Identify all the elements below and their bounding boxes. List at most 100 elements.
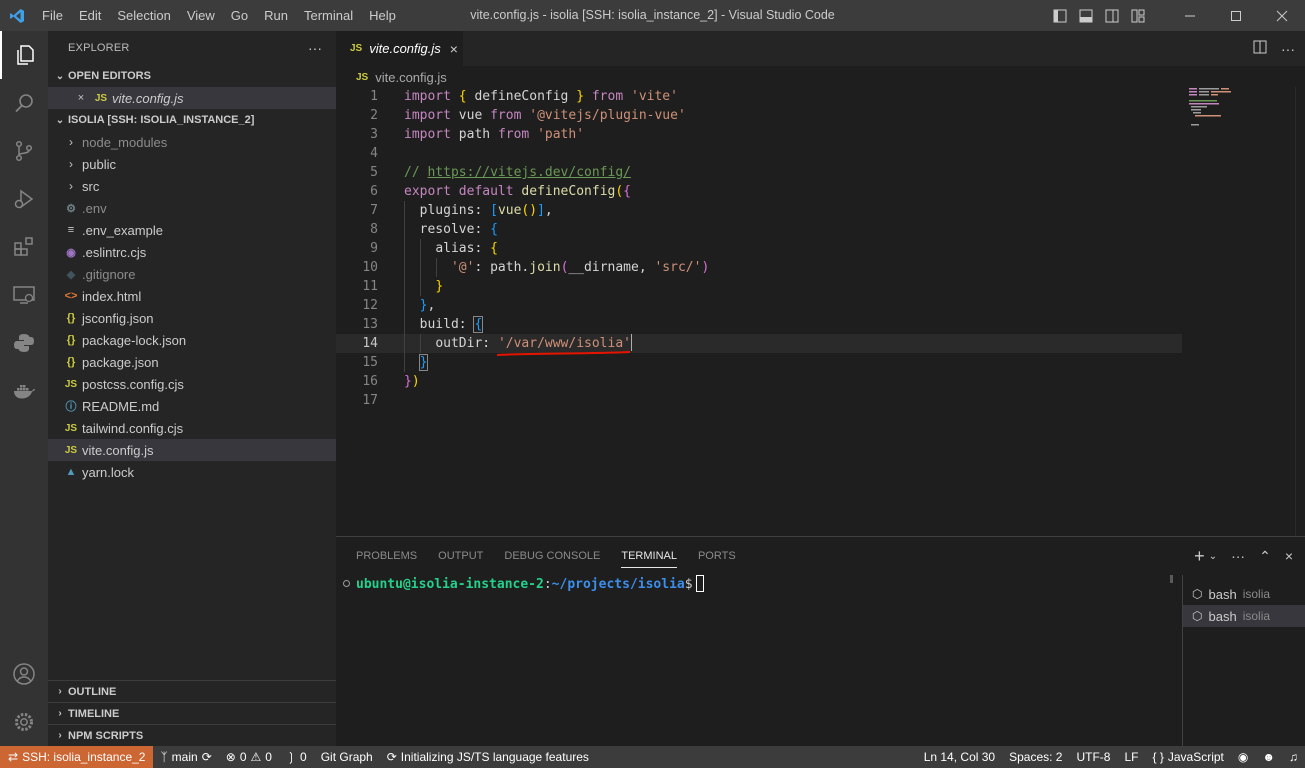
feedback-icon[interactable]: ☻ bbox=[1255, 750, 1282, 764]
close-icon[interactable]: × bbox=[450, 41, 458, 57]
tab-problems[interactable]: PROBLEMS bbox=[356, 537, 417, 575]
maximize-panel-icon[interactable]: ⌃ bbox=[1259, 548, 1271, 565]
toggle-primary-sidebar-icon[interactable] bbox=[1047, 0, 1073, 31]
outline-header[interactable]: › OUTLINE bbox=[48, 680, 336, 702]
remote-indicator[interactable]: ⇄ SSH: isolia_instance_2 bbox=[0, 746, 154, 768]
open-editors-header[interactable]: ⌄ OPEN EDITORS bbox=[48, 65, 336, 87]
tree-item-jsconfig[interactable]: {} jsconfig.json bbox=[48, 307, 336, 329]
terminal[interactable]: ubuntu@isolia-instance-2:~/projects/isol… bbox=[336, 575, 1182, 747]
problems-indicator[interactable]: ⊗ 0 ⚠ 0 bbox=[219, 750, 279, 764]
language-mode[interactable]: { } JavaScript bbox=[1145, 750, 1230, 764]
line-text: outDir: '/var/www/isolia' bbox=[378, 334, 632, 356]
encoding[interactable]: UTF-8 bbox=[1069, 750, 1117, 764]
close-panel-icon[interactable]: × bbox=[1285, 548, 1293, 564]
breadcrumb-file[interactable]: vite.config.js bbox=[375, 70, 447, 85]
menu-help[interactable]: Help bbox=[361, 0, 404, 31]
language-status[interactable]: ⟳ Initializing JS/TS language features bbox=[380, 750, 596, 764]
menu-go[interactable]: Go bbox=[223, 0, 256, 31]
more-actions-icon[interactable]: ··· bbox=[1281, 41, 1295, 57]
end-of-line[interactable]: LF bbox=[1117, 750, 1145, 764]
workspace-header[interactable]: ⌄ ISOLIA [SSH: ISOLIA_INSTANCE_2] bbox=[48, 109, 336, 131]
remote-explorer-icon[interactable] bbox=[0, 271, 48, 319]
branch-indicator[interactable]: ᛉ main ⟳ bbox=[153, 750, 218, 764]
indent-guide bbox=[404, 353, 405, 372]
config-link[interactable]: https://vitejs.dev/config/ bbox=[427, 165, 631, 180]
tree-item-yarn-lock[interactable]: ▲ yarn.lock bbox=[48, 461, 336, 483]
tree-item-env[interactable]: ⚙ .env bbox=[48, 197, 336, 219]
settings-gear-icon[interactable] bbox=[0, 698, 48, 746]
terminal-scrollbar[interactable] bbox=[1170, 575, 1173, 583]
tree-item-public[interactable]: › public bbox=[48, 153, 336, 175]
tree-item-package-lock[interactable]: {} package-lock.json bbox=[48, 329, 336, 351]
section-title: ISOLIA [SSH: ISOLIA_INSTANCE_2] bbox=[68, 114, 255, 126]
tree-item-index-html[interactable]: <> index.html bbox=[48, 285, 336, 307]
npm-scripts-header[interactable]: › NPM SCRIPTS bbox=[48, 724, 336, 746]
customize-layout-icon[interactable] bbox=[1125, 0, 1151, 31]
tab-debug-console[interactable]: DEBUG CONSOLE bbox=[504, 537, 600, 575]
close-icon[interactable]: × bbox=[72, 92, 90, 104]
explorer-icon[interactable] bbox=[0, 31, 48, 79]
tree-item-gitignore[interactable]: ◆ .gitignore bbox=[48, 263, 336, 285]
tab-ports[interactable]: PORTS bbox=[698, 537, 736, 575]
menu-file[interactable]: File bbox=[34, 0, 71, 31]
more-actions-icon[interactable]: ··· bbox=[1231, 548, 1245, 564]
editor-scrollbar[interactable] bbox=[1295, 87, 1305, 536]
tree-item-eslintrc[interactable]: ◉ .eslintrc.cjs bbox=[48, 241, 336, 263]
file-label: vite.config.js bbox=[82, 442, 154, 458]
chevron-down-icon: ⌄ bbox=[55, 70, 65, 82]
timeline-header[interactable]: › TIMELINE bbox=[48, 702, 336, 724]
sync-icon[interactable]: ⟳ bbox=[202, 750, 212, 764]
tree-item-readme[interactable]: ⓘ README.md bbox=[48, 395, 336, 417]
code-editor[interactable]: 1 import { defineConfig } from 'vite' 2 … bbox=[336, 87, 1182, 410]
more-actions-icon[interactable]: ··· bbox=[308, 40, 322, 56]
tree-item-node-modules[interactable]: › node_modules bbox=[48, 131, 336, 153]
split-editor-icon[interactable] bbox=[1253, 40, 1267, 57]
maximize-icon[interactable] bbox=[1213, 0, 1259, 31]
chevron-down-icon[interactable]: ⌄ bbox=[1209, 551, 1217, 562]
language-label: JavaScript bbox=[1167, 750, 1224, 764]
tree-item-tailwind-config[interactable]: JS tailwind.config.cjs bbox=[48, 417, 336, 439]
tree-item-vite-config[interactable]: JS vite.config.js bbox=[48, 439, 336, 461]
terminal-icon: ⬡ bbox=[1192, 609, 1203, 623]
menu-selection[interactable]: Selection bbox=[109, 0, 178, 31]
breadcrumb[interactable]: JS vite.config.js bbox=[336, 66, 1305, 88]
close-window-icon[interactable] bbox=[1259, 0, 1305, 31]
menu-run[interactable]: Run bbox=[256, 0, 296, 31]
source-control-icon[interactable] bbox=[0, 127, 48, 175]
tree-item-package-json[interactable]: {} package.json bbox=[48, 351, 336, 373]
branch-name: main bbox=[171, 750, 198, 764]
copilot-icon[interactable]: ◉ bbox=[1231, 750, 1255, 764]
warning-count: 0 bbox=[265, 750, 272, 764]
tab-terminal[interactable]: TERMINAL bbox=[621, 537, 677, 575]
terminal-tab-bash-1[interactable]: ⬡ bash isolia bbox=[1183, 583, 1305, 605]
cursor-position[interactable]: Ln 14, Col 30 bbox=[917, 750, 1002, 764]
python-icon[interactable] bbox=[0, 319, 48, 367]
tree-item-postcss-config[interactable]: JS postcss.config.cjs bbox=[48, 373, 336, 395]
terminal-tab-bash-2[interactable]: ⬡ bash isolia bbox=[1183, 605, 1305, 627]
ports-indicator[interactable]: ❳ 0 bbox=[279, 750, 314, 764]
extensions-icon[interactable] bbox=[0, 223, 48, 271]
indentation[interactable]: Spaces: 2 bbox=[1002, 750, 1069, 764]
tree-item-src[interactable]: › src bbox=[48, 175, 336, 197]
account-icon[interactable] bbox=[0, 650, 48, 698]
menu-edit[interactable]: Edit bbox=[71, 0, 109, 31]
run-debug-icon[interactable] bbox=[0, 175, 48, 223]
docker-icon[interactable] bbox=[0, 367, 48, 415]
section-title: OPEN EDITORS bbox=[68, 70, 151, 82]
error-icon: ⊗ bbox=[225, 750, 236, 764]
new-terminal-icon[interactable]: + bbox=[1194, 546, 1205, 567]
minimize-icon[interactable] bbox=[1167, 0, 1213, 31]
menu-terminal[interactable]: Terminal bbox=[296, 0, 361, 31]
search-icon[interactable] bbox=[0, 79, 48, 127]
tab-output[interactable]: OUTPUT bbox=[438, 537, 483, 575]
tab-vite-config[interactable]: JS vite.config.js × bbox=[336, 31, 463, 66]
toggle-panel-icon[interactable] bbox=[1073, 0, 1099, 31]
open-editor-item[interactable]: × JS vite.config.js bbox=[48, 87, 336, 109]
tree-item-env-example[interactable]: ≡ .env_example bbox=[48, 219, 336, 241]
menu-view[interactable]: View bbox=[179, 0, 223, 31]
toggle-secondary-sidebar-icon[interactable] bbox=[1099, 0, 1125, 31]
notifications-bell-icon[interactable]: ♫ bbox=[1282, 750, 1305, 764]
javascript-file-icon: JS bbox=[350, 43, 363, 54]
minimap[interactable] bbox=[1183, 87, 1305, 536]
git-graph-button[interactable]: Git Graph bbox=[314, 750, 380, 764]
